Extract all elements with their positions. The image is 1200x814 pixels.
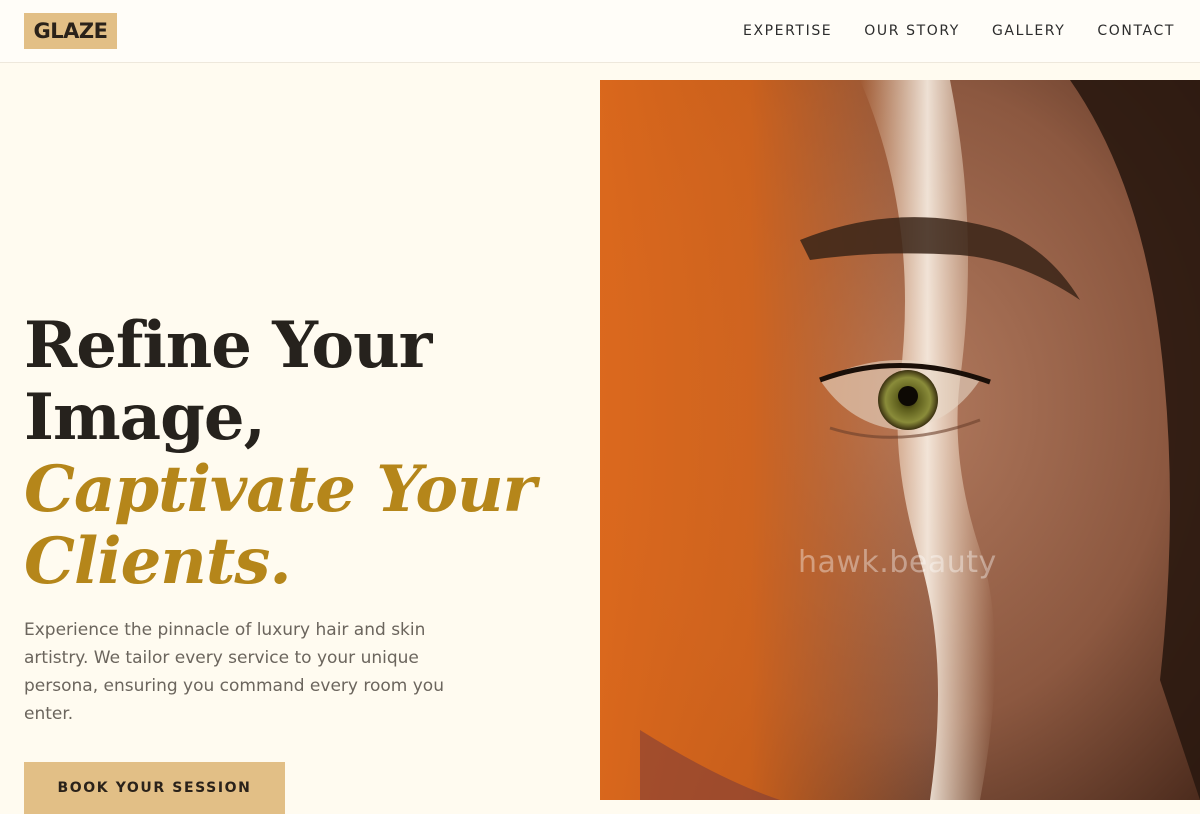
brand-logo[interactable]: GLAZE bbox=[24, 13, 117, 49]
portrait-illustration bbox=[600, 80, 1200, 800]
nav-link-gallery[interactable]: GALLERY bbox=[992, 20, 1065, 42]
hero-headline: Refine Your Image, Captivate Your Client… bbox=[24, 310, 584, 598]
hero-text: Refine Your Image, Captivate Your Client… bbox=[24, 310, 584, 728]
main-nav: EXPERTISE OUR STORY GALLERY CONTACT bbox=[743, 20, 1175, 42]
site-header: GLAZE EXPERTISE OUR STORY GALLERY CONTAC… bbox=[0, 0, 1200, 63]
nav-link-contact[interactable]: CONTACT bbox=[1097, 20, 1175, 42]
image-watermark: hawk.beauty bbox=[798, 545, 997, 580]
book-session-button[interactable]: BOOK YOUR SESSION bbox=[24, 762, 285, 814]
headline-accent-line-1: Captivate Your bbox=[24, 452, 536, 527]
hero-portrait-image bbox=[600, 80, 1200, 800]
nav-link-expertise[interactable]: EXPERTISE bbox=[743, 20, 832, 42]
headline-accent-line-2: Clients. bbox=[24, 524, 292, 599]
headline-line-1: Refine Your bbox=[24, 308, 432, 383]
headline-line-2: Image, bbox=[24, 380, 266, 455]
nav-link-our-story[interactable]: OUR STORY bbox=[864, 20, 960, 42]
hero-description: Experience the pinnacle of luxury hair a… bbox=[24, 620, 444, 724]
